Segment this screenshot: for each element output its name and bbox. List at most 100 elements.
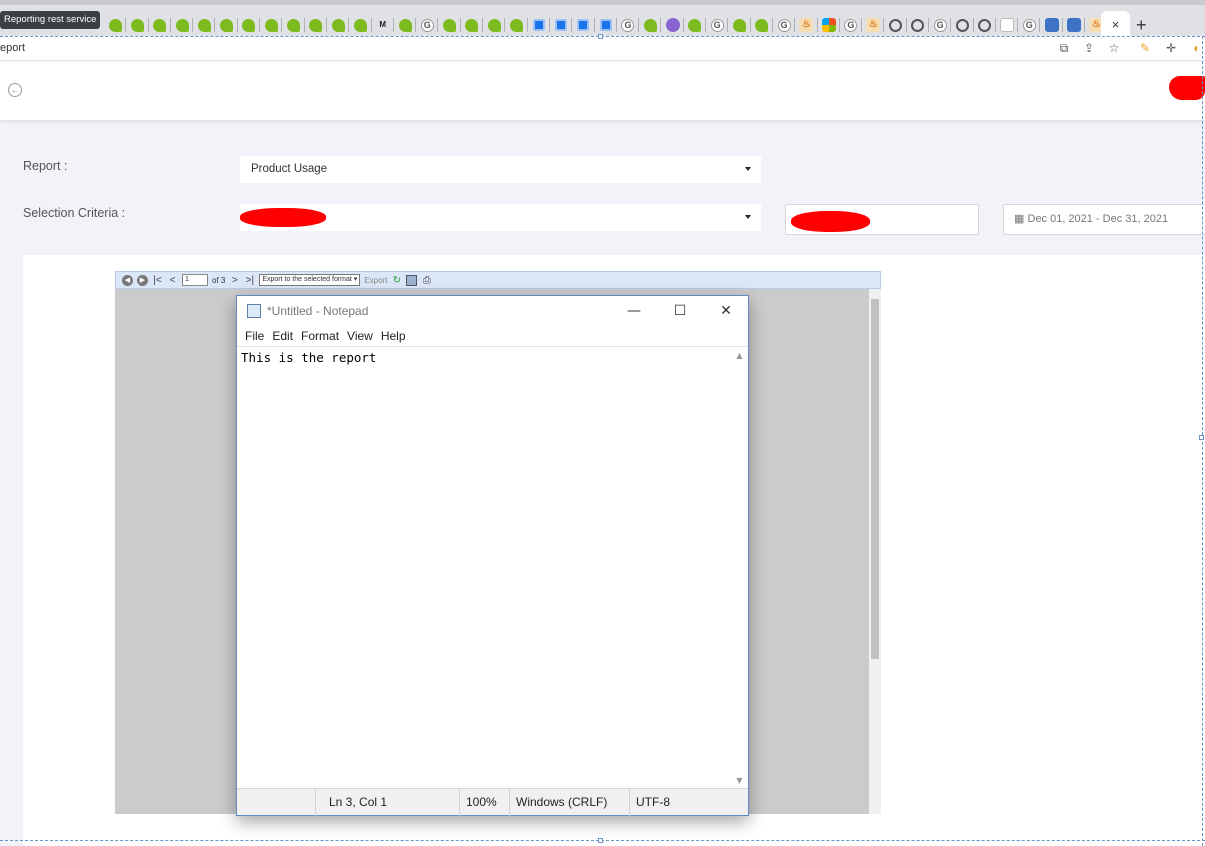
pinned-tab[interactable]: G: [1018, 14, 1041, 36]
back-icon[interactable]: ◀: [122, 274, 133, 286]
document-map-icon[interactable]: [406, 274, 418, 286]
pinned-tab[interactable]: ♨: [862, 14, 885, 36]
favicon-icon: ♨: [866, 18, 881, 32]
url-text[interactable]: eport: [0, 42, 25, 54]
favicon-icon: ♨: [799, 18, 814, 32]
report-select[interactable]: Product Usage: [240, 156, 761, 183]
previous-page-icon[interactable]: <: [167, 275, 178, 286]
pinned-tab[interactable]: [282, 14, 305, 36]
menu-format[interactable]: Format: [297, 326, 343, 346]
favicon-icon: [309, 18, 323, 32]
notepad-titlebar[interactable]: *Untitled - Notepad — ☐ ✕: [237, 296, 748, 326]
pinned-tab[interactable]: [728, 14, 751, 36]
pinned-tab[interactable]: [818, 14, 841, 36]
pinned-tab[interactable]: [661, 14, 685, 36]
pinned-tab[interactable]: [305, 14, 328, 36]
next-page-icon[interactable]: >: [229, 275, 240, 286]
favicon-icon: [443, 18, 457, 32]
pinned-tab[interactable]: [996, 14, 1019, 36]
pinned-tab[interactable]: ♨: [795, 14, 818, 36]
extension-icon[interactable]: ✎: [1137, 40, 1153, 56]
menu-help[interactable]: Help: [377, 326, 410, 346]
pinned-tab[interactable]: [394, 14, 417, 36]
page-number-input[interactable]: 1: [182, 274, 208, 286]
move-icon[interactable]: ✛: [1163, 40, 1179, 56]
scroll-up-icon[interactable]: ▲: [731, 347, 748, 364]
pinned-tab[interactable]: G: [840, 14, 863, 36]
pinned-tab[interactable]: [461, 14, 484, 36]
status-line-endings: Windows (CRLF): [509, 789, 629, 816]
pinned-tab[interactable]: [974, 14, 997, 36]
pinned-tab[interactable]: [327, 14, 350, 36]
pinned-tab[interactable]: [595, 14, 618, 36]
pinned-tab[interactable]: [483, 14, 506, 36]
pinned-tab[interactable]: G: [416, 14, 439, 36]
pinned-tab[interactable]: M: [372, 14, 395, 36]
date-range-value: Dec 01, 2021 - Dec 31, 2021: [1027, 213, 1169, 225]
caret-down-icon: [745, 215, 751, 219]
pinned-tab[interactable]: G: [706, 14, 729, 36]
forward-icon[interactable]: ▶: [137, 274, 148, 286]
print-icon[interactable]: ⎙: [421, 275, 432, 286]
pinned-tab[interactable]: [126, 14, 149, 36]
pinned-tab[interactable]: [639, 14, 662, 36]
menu-view[interactable]: View: [343, 326, 377, 346]
pinned-tab[interactable]: [104, 14, 127, 36]
browser-tab-strip: Reporting rest service M G G G G ♨ G ♨ G G ♨ × +: [0, 0, 1205, 41]
notepad-window: *Untitled - Notepad — ☐ ✕ File Edit Form…: [236, 295, 749, 816]
notepad-scrollbar[interactable]: ▲ ▼: [731, 347, 748, 789]
translate-icon[interactable]: ⧉: [1056, 40, 1072, 56]
favicon-icon: [599, 19, 612, 31]
notepad-content[interactable]: This is the report: [241, 350, 376, 365]
pinned-tab[interactable]: [171, 14, 194, 36]
pinned-tab[interactable]: [505, 14, 528, 36]
resize-handle[interactable]: [598, 34, 603, 39]
resize-handle[interactable]: [1199, 435, 1204, 440]
maximize-button[interactable]: ☐: [657, 296, 703, 326]
pinned-tab[interactable]: [149, 14, 172, 36]
pinned-tab[interactable]: [907, 14, 930, 36]
favicon-icon: G: [844, 18, 858, 32]
scrollbar-thumb[interactable]: [871, 299, 879, 659]
first-page-icon[interactable]: |<: [152, 275, 163, 286]
pinned-tab[interactable]: [572, 14, 595, 36]
pinned-tab[interactable]: [884, 14, 907, 36]
pinned-tab[interactable]: G: [617, 14, 640, 36]
bookmark-star-icon[interactable]: ☆: [1106, 40, 1122, 56]
export-format-select[interactable]: Export to the selected format ▾: [259, 274, 361, 286]
pinned-tab[interactable]: [238, 14, 261, 36]
refresh-icon[interactable]: ↻: [391, 275, 402, 286]
date-range-field[interactable]: ▦ Dec 01, 2021 - Dec 31, 2021: [1003, 204, 1205, 235]
pinned-tab[interactable]: G: [773, 14, 796, 36]
pinned-tab[interactable]: G: [929, 14, 952, 36]
menu-edit[interactable]: Edit: [268, 326, 297, 346]
notepad-text-area[interactable]: This is the report ▲ ▼: [237, 346, 748, 789]
pinned-tab[interactable]: [1040, 14, 1064, 36]
pinned-tab[interactable]: [1063, 14, 1086, 36]
pinned-tab[interactable]: [751, 14, 774, 36]
pinned-tab[interactable]: [550, 14, 573, 36]
report-select-value: Product Usage: [251, 163, 328, 175]
scroll-down-icon[interactable]: ▼: [731, 772, 748, 789]
share-icon[interactable]: ⇪: [1081, 40, 1097, 56]
report-viewer-scrollbar[interactable]: [869, 289, 881, 814]
favicon-icon: [688, 18, 702, 32]
pinned-tab[interactable]: [349, 14, 372, 36]
export-link[interactable]: Export: [364, 276, 387, 285]
pinned-tab[interactable]: [951, 14, 974, 36]
new-tab-button[interactable]: +: [1136, 14, 1147, 36]
pinned-tab[interactable]: [528, 14, 551, 36]
pinned-tab[interactable]: [193, 14, 216, 36]
pinned-tab[interactable]: [684, 14, 707, 36]
minimize-button[interactable]: —: [611, 296, 657, 326]
pinned-tab[interactable]: [260, 14, 283, 36]
menu-file[interactable]: File: [241, 326, 268, 346]
pinned-tab[interactable]: [438, 14, 462, 36]
back-arrow-icon[interactable]: ←: [8, 83, 22, 97]
resize-handle[interactable]: [598, 838, 603, 843]
close-button[interactable]: ✕: [703, 296, 749, 326]
notepad-title: *Untitled - Notepad: [267, 304, 369, 318]
last-page-icon[interactable]: >|: [244, 275, 255, 286]
pinned-tab[interactable]: [215, 14, 239, 36]
favicon-icon: [465, 18, 479, 32]
